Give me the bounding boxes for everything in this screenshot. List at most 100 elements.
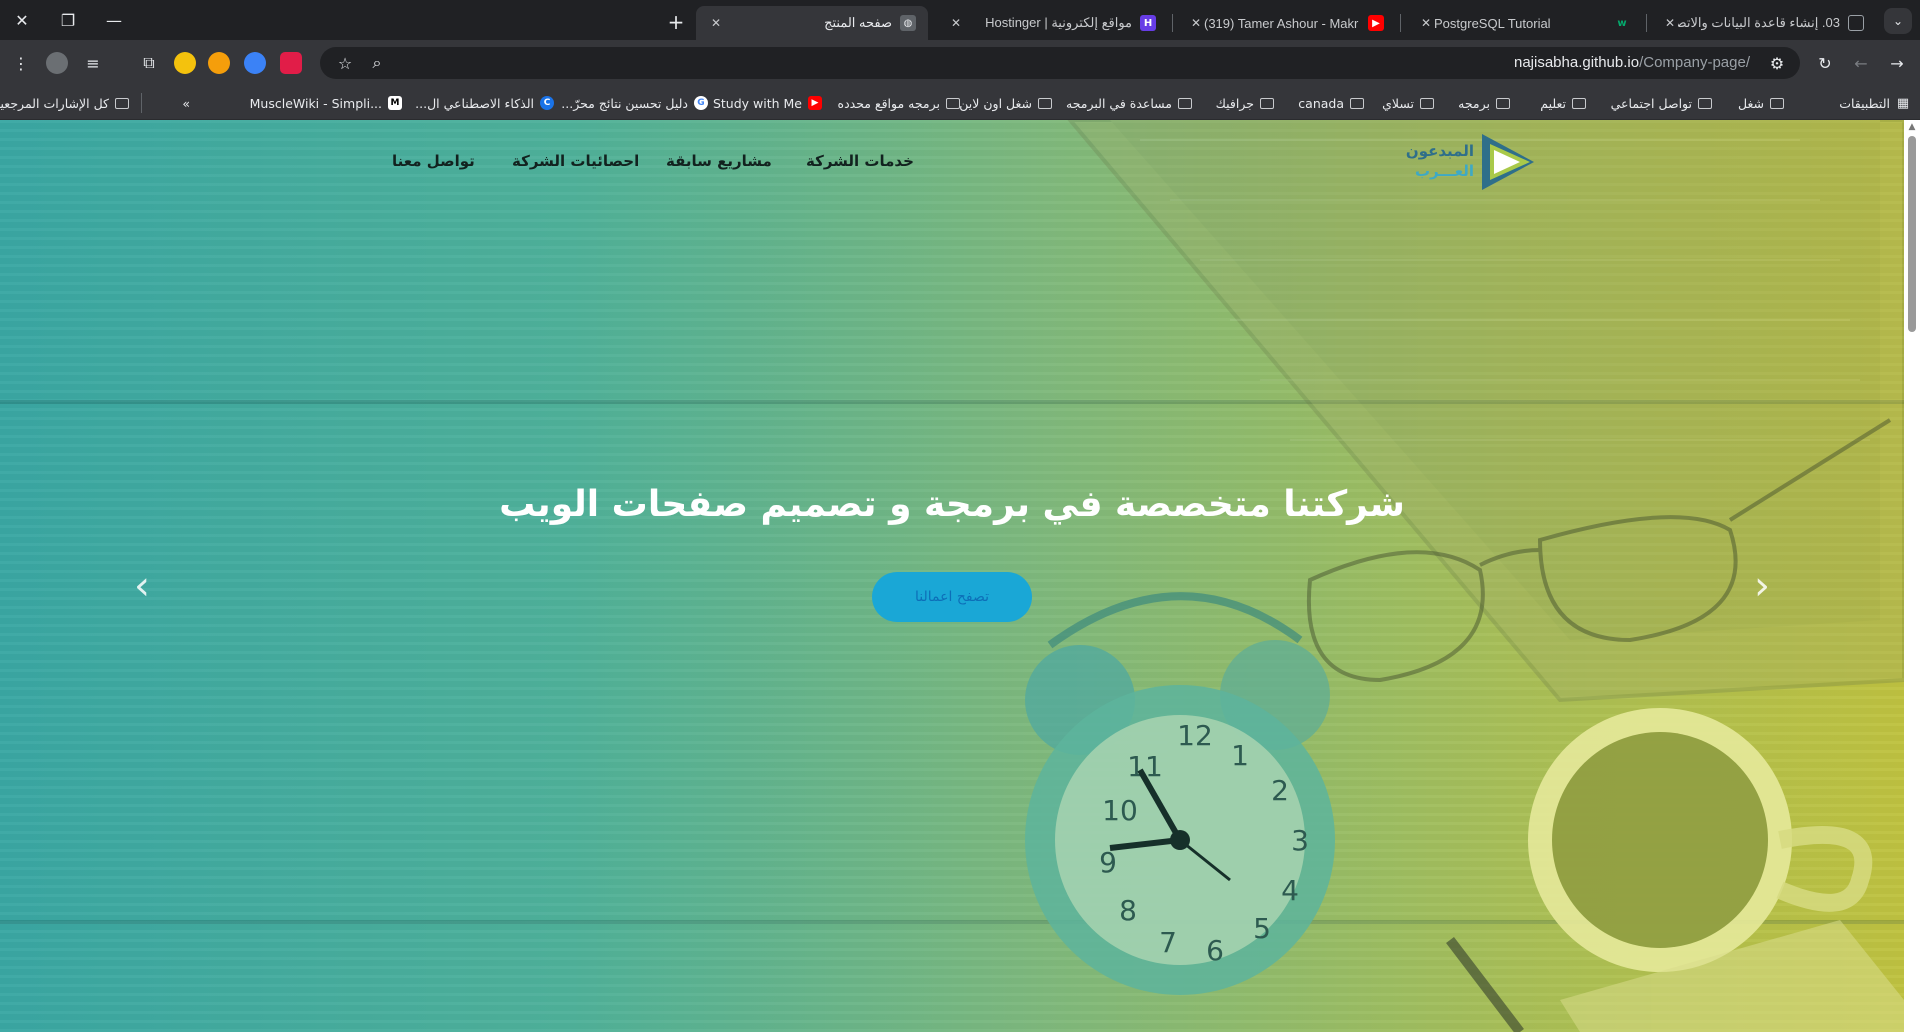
- extension-blue-icon[interactable]: [244, 52, 266, 74]
- tab-product-page[interactable]: ◍ صفحه المنتج ✕: [696, 6, 928, 40]
- tab-strip: ✕ ❐ — + ◍ صفحه المنتج ✕ H مواقع إلكتروني…: [0, 0, 1920, 40]
- bookmark-folder[interactable]: تعليم: [1540, 93, 1586, 113]
- tab-separator: [1646, 14, 1647, 32]
- address-bar[interactable]: ☆ ⌕ najisabha.github.io/Company-page/ ⚙: [320, 47, 1800, 79]
- musclewiki-icon: M: [388, 96, 402, 110]
- svg-text:2: 2: [1271, 774, 1289, 807]
- nav-company-statistics[interactable]: احصائيات الشركة: [512, 152, 639, 170]
- carousel-prev-icon[interactable]: ‹: [122, 556, 162, 616]
- shield-extension-icon[interactable]: [280, 52, 302, 74]
- search-lens-icon[interactable]: ⌕: [364, 50, 390, 76]
- bookmark-folder[interactable]: شغل اون لاين: [959, 93, 1052, 113]
- logo-text-secondary: العـــرب: [1414, 162, 1474, 180]
- close-window-icon[interactable]: ✕: [6, 6, 38, 34]
- tab-separator: [1172, 14, 1173, 32]
- c-site-icon: C: [540, 96, 554, 110]
- globe-icon: ◍: [900, 15, 916, 31]
- bookmark-ai[interactable]: C الذكاء الاصطناعي ال...: [415, 93, 554, 113]
- svg-text:6: 6: [1206, 934, 1224, 967]
- folder-icon: [1572, 97, 1586, 109]
- close-tab-icon[interactable]: ✕: [1188, 16, 1204, 30]
- tab-separator: [1400, 14, 1401, 32]
- tab-postgresql[interactable]: w PostgreSQL Tutorial ✕: [1406, 6, 1642, 40]
- svg-text:3: 3: [1291, 824, 1309, 857]
- bookmark-folder[interactable]: مساعدة في البرمجه: [1066, 93, 1192, 113]
- nav-previous-projects[interactable]: مشاريع سابقة: [666, 152, 772, 170]
- close-tab-icon[interactable]: ✕: [948, 16, 964, 30]
- youtube-icon: ▶: [808, 96, 822, 110]
- folder-icon: [115, 97, 129, 109]
- tab-page-icon: [1848, 15, 1864, 31]
- bookmark-folder[interactable]: برمجه: [1458, 93, 1510, 113]
- bookmark-folder[interactable]: شغل: [1738, 93, 1784, 113]
- extension-orange-icon[interactable]: [208, 52, 230, 74]
- youtube-icon: ▶: [1368, 15, 1384, 31]
- nav-company-services[interactable]: خدمات الشركة: [806, 152, 914, 170]
- bookmark-study-with-me[interactable]: ▶ Study with Me: [713, 93, 822, 113]
- browser-toolbar: ⋮ ≡ ⧉ ☆ ⌕ najisabha.github.io/Company-pa…: [0, 40, 1920, 86]
- svg-text:9: 9: [1099, 846, 1117, 879]
- scroll-up-arrow-icon[interactable]: ▲: [1908, 122, 1916, 132]
- extensions-puzzle-icon[interactable]: ⧉: [136, 50, 162, 76]
- back-arrow-icon[interactable]: →: [1884, 50, 1910, 76]
- site-settings-icon[interactable]: ⚙: [1764, 50, 1790, 76]
- folder-icon: [1178, 97, 1192, 109]
- carousel-next-icon[interactable]: ›: [1742, 556, 1782, 616]
- close-tab-icon[interactable]: ✕: [708, 16, 724, 30]
- scroll-thumb[interactable]: [1908, 136, 1916, 332]
- folder-icon: [1038, 97, 1052, 109]
- page-scrollbar[interactable]: ▲: [1904, 120, 1920, 1032]
- folder-icon: [1770, 97, 1784, 109]
- bookmark-star-icon[interactable]: ☆: [332, 50, 358, 76]
- bookmark-google-guide[interactable]: G دليل تحسين نتائج محرّ...: [561, 93, 708, 113]
- restore-window-icon[interactable]: ❐: [52, 6, 84, 34]
- svg-text:12: 12: [1177, 719, 1213, 752]
- bookmark-folder[interactable]: جرافيك: [1216, 93, 1274, 113]
- bookmarks-bar: ▦ التطبيقات شغل تواصل اجتماعي تعليم برمج…: [0, 86, 1920, 120]
- bookmark-folder[interactable]: تواصل اجتماعي: [1611, 93, 1712, 113]
- bookmark-folder[interactable]: canada: [1298, 93, 1364, 113]
- google-icon: G: [694, 96, 708, 110]
- url-text[interactable]: najisabha.github.io/Company-page/: [1514, 54, 1750, 71]
- new-tab-button[interactable]: +: [662, 8, 690, 36]
- svg-text:4: 4: [1281, 874, 1299, 907]
- hero-title: شركتنا متخصصة في برمجة و تصميم صفحات الو…: [499, 484, 1405, 525]
- svg-text:10: 10: [1102, 794, 1138, 827]
- svg-text:1: 1: [1231, 739, 1249, 772]
- hostinger-icon: H: [1140, 15, 1156, 31]
- tab-database-lesson[interactable]: 03. إنشاء قاعدة البيانات والاتصال ✕: [1650, 6, 1876, 40]
- forward-arrow-icon[interactable]: ←: [1848, 50, 1874, 76]
- nav-contact-us[interactable]: تواصل معنا: [392, 152, 475, 170]
- web-page: 12 1 2 345 678 9 10 11 المبدعون العـــرب…: [0, 120, 1904, 1032]
- more-bookmarks-button[interactable]: »: [182, 93, 190, 113]
- bookmark-musclewiki[interactable]: M MuscleWiki - Simpli...: [250, 93, 402, 113]
- extension-yellow-icon[interactable]: [174, 52, 196, 74]
- bookmark-folder[interactable]: برمجه مواقع محدده: [838, 93, 960, 113]
- folder-icon: [1420, 97, 1434, 109]
- alarm-clock-illustration: 1212 345 678 91011: [1025, 592, 1335, 995]
- minimize-window-icon[interactable]: —: [98, 6, 130, 34]
- svg-text:7: 7: [1159, 926, 1177, 959]
- reading-list-icon[interactable]: ≡: [80, 50, 106, 76]
- browse-work-button[interactable]: تصفح اعمالنا: [872, 572, 1032, 622]
- svg-text:8: 8: [1119, 894, 1137, 927]
- folder-icon: [946, 97, 960, 109]
- reload-icon[interactable]: ↻: [1812, 50, 1838, 76]
- w3-icon: w: [1617, 17, 1627, 29]
- close-tab-icon[interactable]: ✕: [1662, 16, 1678, 30]
- svg-text:5: 5: [1253, 912, 1271, 945]
- profile-avatar[interactable]: [46, 52, 68, 74]
- tab-hostinger[interactable]: H مواقع إلكترونية | Hostinger ✕: [936, 6, 1168, 40]
- folder-icon: [1698, 97, 1712, 109]
- folder-icon: [1260, 97, 1274, 109]
- folder-icon: [1350, 97, 1364, 109]
- close-tab-icon[interactable]: ✕: [1418, 16, 1434, 30]
- all-bookmarks-button[interactable]: كل الإشارات المرجعية: [0, 93, 142, 113]
- site-navbar: المبدعون العـــرب خدمات الشركة مشاريع سا…: [0, 120, 1904, 202]
- tab-search-icon[interactable]: ⌄: [1884, 8, 1912, 34]
- menu-kebab-icon[interactable]: ⋮: [8, 50, 34, 76]
- bookmark-folder[interactable]: تسلاي: [1382, 93, 1434, 113]
- bookmark-apps[interactable]: ▦ التطبيقات: [1839, 93, 1910, 113]
- apps-grid-icon: ▦: [1896, 95, 1910, 111]
- tab-youtube[interactable]: ▶ (319) Tamer Ashour - Makr ✕: [1176, 6, 1396, 40]
